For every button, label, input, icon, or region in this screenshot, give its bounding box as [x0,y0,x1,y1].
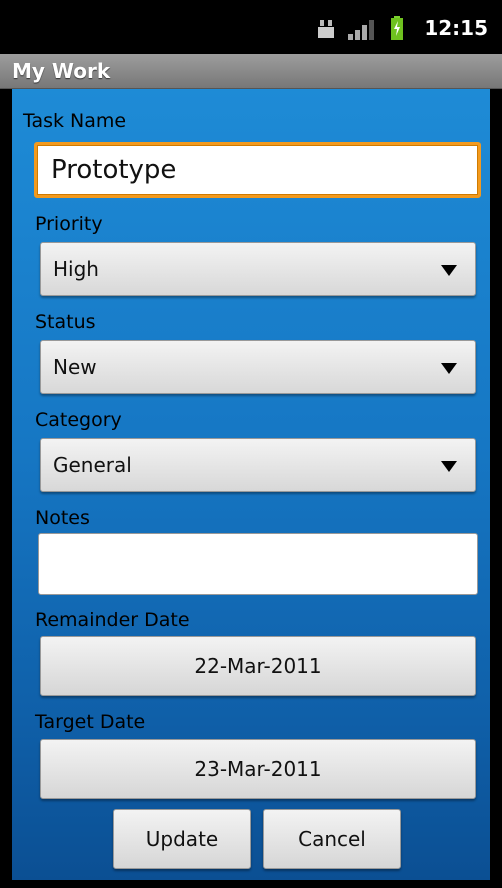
priority-label: Priority [35,213,103,235]
priority-select[interactable]: High [40,242,476,296]
category-value: General [53,453,132,477]
clock: 12:15 [424,16,488,40]
dropdown-arrow-icon [441,461,457,472]
title-bar: My Work [0,54,502,89]
category-label: Category [35,409,122,431]
status-bar: 12:15 [0,0,502,54]
category-select[interactable]: General [40,438,476,492]
notes-label: Notes [35,507,90,529]
status-label: Status [35,311,96,333]
usb-icon [318,20,334,38]
remainder-date-label: Remainder Date [35,609,190,631]
status-value: New [53,355,97,379]
remainder-date-button[interactable]: 22-Mar-2011 [40,636,476,696]
battery-charging-icon [391,16,403,40]
cancel-button[interactable]: Cancel [263,809,401,869]
signal-icon [348,20,374,40]
update-button[interactable]: Update [113,809,251,869]
priority-value: High [53,257,99,281]
target-date-button[interactable]: 23-Mar-2011 [40,739,476,799]
task-name-label: Task Name [23,110,127,132]
target-date-label: Target Date [35,711,146,733]
phone-screen: 12:15 My Work Task Name Prototype Priori… [0,0,502,888]
dropdown-arrow-icon [441,363,457,374]
notes-input[interactable] [38,533,478,595]
task-name-input[interactable]: Prototype [34,142,481,198]
app-title: My Work [12,59,111,83]
status-select[interactable]: New [40,340,476,394]
dropdown-arrow-icon [441,265,457,276]
